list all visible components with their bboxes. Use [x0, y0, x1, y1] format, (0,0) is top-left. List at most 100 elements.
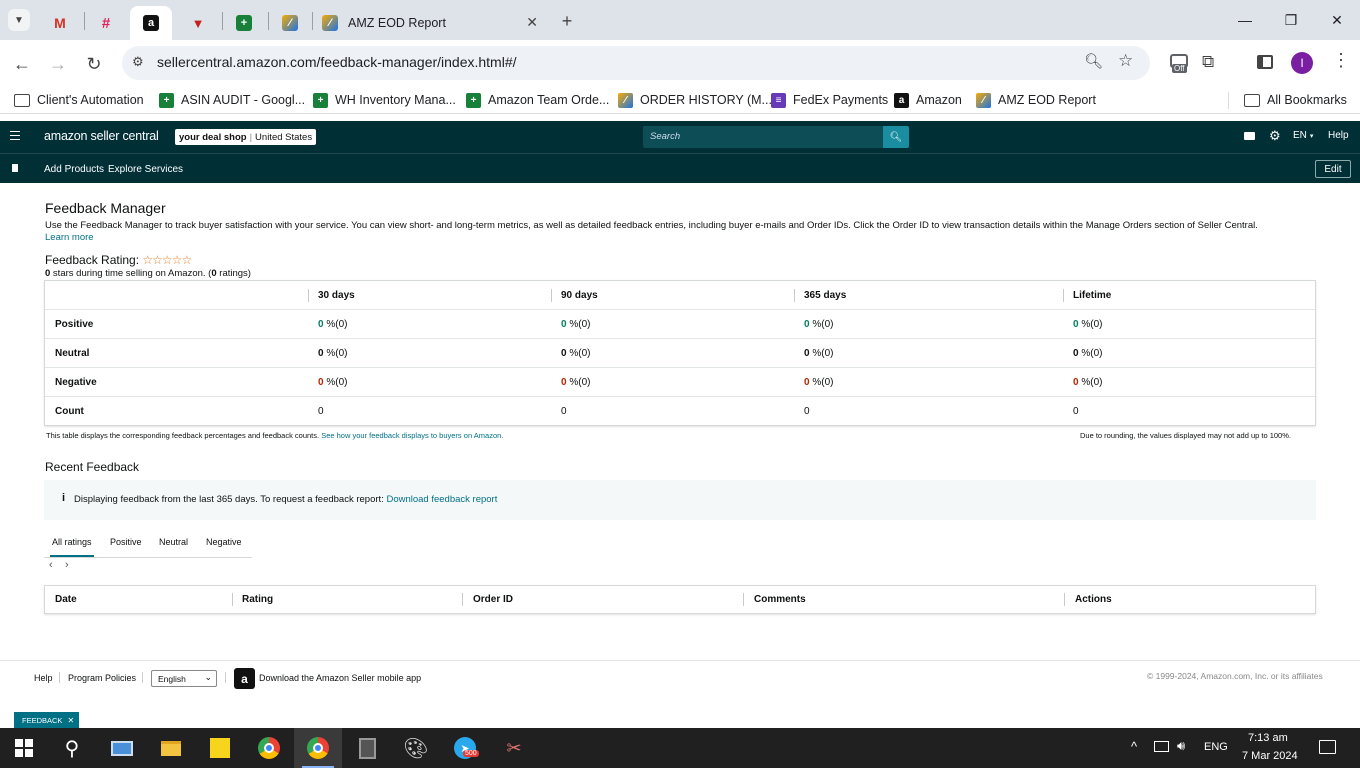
bookmark-fedex-payments[interactable]: ≡ FedEx Payments — [771, 91, 888, 109]
feedback-rating-table: 30 days 90 days 365 days Lifetime Positi… — [44, 280, 1316, 426]
bookmark-star-icon[interactable]: ☆ — [1118, 51, 1133, 71]
count-365-days: 0 — [804, 406, 810, 417]
hamburger-menu-icon[interactable] — [10, 131, 20, 140]
site-info-icon[interactable]: ⚙ — [132, 54, 144, 70]
extensions-puzzle-icon[interactable]: ⧉ — [1202, 52, 1214, 72]
seller-app-icon: a — [234, 668, 255, 689]
tab-amz-eod-report[interactable]: ⁄ AMZ EOD Report ✕ — [318, 6, 548, 40]
notification-center-icon[interactable] — [1319, 740, 1336, 754]
negative-lifetime: 0 %(0) — [1073, 377, 1103, 388]
store-selector[interactable]: your deal shop | United States — [175, 129, 317, 145]
learn-more-link[interactable]: Learn more — [45, 232, 94, 243]
download-report-link[interactable]: Download feedback report — [386, 494, 497, 505]
chrome-active-icon[interactable] — [294, 728, 342, 768]
calculator-icon[interactable] — [343, 728, 391, 768]
side-panel-icon[interactable] — [1257, 55, 1273, 69]
tab-search-button[interactable]: ▼ — [8, 9, 30, 31]
sheets-icon: + — [236, 15, 252, 31]
browser-toolbar: ← → ↻ ⚙ sellercentral.amazon.com/feedbac… — [0, 40, 1360, 86]
mobile-app-link[interactable]: Download the Amazon Seller mobile app — [259, 673, 421, 683]
input-language[interactable]: ENG — [1204, 741, 1228, 753]
start-button[interactable] — [0, 728, 48, 768]
column-date: Date — [55, 594, 77, 605]
seller-central-logo[interactable]: amazon seller central — [44, 129, 159, 143]
taskbar-search-icon[interactable]: ⚲ — [48, 728, 96, 768]
clock-date[interactable]: 7 Mar 2024 — [1242, 750, 1298, 762]
search-button[interactable]: 🔍︎ — [883, 126, 909, 148]
search-icon: 🔍︎ — [889, 131, 903, 143]
zoom-icon[interactable]: 🔍︎ — [1084, 52, 1103, 70]
scroll-right-icon[interactable]: › — [65, 559, 69, 571]
search-input[interactable]: Search — [643, 126, 883, 148]
new-tab-button[interactable]: + — [556, 10, 578, 32]
tab-sheets[interactable]: + — [228, 6, 260, 40]
count-90-days: 0 — [561, 406, 567, 417]
footer-language-select[interactable]: English ⌄ — [151, 670, 217, 687]
profile-avatar[interactable]: I — [1291, 52, 1313, 74]
bookmark-amazon[interactable]: a Amazon — [894, 91, 962, 109]
nav-add-products[interactable]: Add Products — [44, 164, 104, 175]
extension-off-icon[interactable]: Off — [1168, 54, 1192, 76]
forward-button[interactable]: → — [44, 50, 72, 78]
bookmark-amz-eod-report[interactable]: ⁄ AMZ EOD Report — [976, 91, 1096, 109]
help-link[interactable]: Help — [1328, 130, 1349, 141]
buyer-display-link[interactable]: See how your feedback displays to buyers… — [321, 431, 503, 440]
chrome-icon[interactable] — [245, 728, 293, 768]
bookmark-asin-audit[interactable]: + ASIN AUDIT - Googl... — [159, 91, 305, 109]
tab-all-ratings[interactable]: All ratings — [52, 537, 92, 547]
reload-button[interactable]: ↻ — [80, 50, 108, 78]
tab-negative[interactable]: Negative — [206, 537, 242, 547]
feedback-tag[interactable]: FEEDBACK ✕ — [14, 712, 80, 728]
sticky-notes-icon[interactable] — [196, 728, 244, 768]
back-button[interactable]: ← — [8, 50, 36, 78]
browser-menu-icon[interactable]: ⋮ — [1332, 50, 1350, 71]
program-policies-link[interactable]: Program Policies — [68, 673, 136, 683]
address-bar[interactable]: ⚙ sellercentral.amazon.com/feedback-mana… — [122, 46, 1150, 80]
file-explorer-icon[interactable] — [147, 728, 195, 768]
clock-time[interactable]: 7:13 am — [1248, 732, 1288, 744]
scroll-left-icon[interactable]: ‹ — [49, 559, 53, 571]
telegram-icon[interactable]: ➤ 500 — [441, 728, 489, 768]
bookmark-wh-inventory[interactable]: + WH Inventory Mana... — [313, 91, 456, 109]
tab-gmail[interactable]: M — [44, 6, 76, 40]
network-icon[interactable] — [1154, 741, 1169, 752]
this-pc-icon[interactable] — [98, 728, 146, 768]
column-actions: Actions — [1075, 594, 1112, 605]
url-text[interactable]: sellercentral.amazon.com/feedback-manage… — [157, 54, 517, 70]
zoho-icon: ⁄ — [322, 15, 338, 31]
tab-positive[interactable]: Positive — [110, 537, 142, 547]
bookmark-amazon-team-orders[interactable]: + Amazon Team Orde... — [466, 91, 609, 109]
tab-amazon[interactable]: a — [130, 6, 172, 40]
close-icon[interactable]: ✕ — [68, 716, 75, 725]
bookmark-nav-icon[interactable] — [12, 164, 18, 172]
edit-nav-button[interactable]: Edit — [1315, 160, 1351, 178]
mail-icon[interactable] — [1244, 132, 1255, 140]
snipping-tool-icon[interactable]: ✂ — [490, 728, 538, 768]
close-window-button[interactable]: ✕ — [1314, 0, 1360, 40]
neutral-lifetime: 0 %(0) — [1073, 348, 1103, 359]
recent-feedback-table: Date Rating Order ID Comments Actions — [44, 585, 1316, 614]
tab-tool[interactable]: ▼ — [182, 6, 214, 40]
bookmark-clients-automation[interactable]: Client's Automation — [14, 91, 144, 109]
minimize-button[interactable]: — — [1222, 0, 1268, 40]
footer-help-link[interactable]: Help — [34, 673, 53, 683]
volume-icon[interactable]: 🔊︎ — [1177, 738, 1185, 754]
paint-icon[interactable]: 🎨︎ — [392, 728, 440, 768]
restore-button[interactable]: ❐ — [1268, 0, 1314, 40]
tab-slack[interactable]: # — [90, 6, 122, 40]
rounding-note: Due to rounding, the values displayed ma… — [1080, 431, 1291, 440]
tab-strip: ▼ M # a ▼ + ⁄ ⁄ AMZ EOD Report ✕ + — ❐ ✕ — [0, 0, 1360, 40]
show-hidden-icons[interactable]: ^ — [1131, 739, 1137, 754]
copyright: © 1999-2024, Amazon.com, Inc. or its aff… — [1147, 671, 1323, 681]
nav-explore-services[interactable]: Explore Services — [108, 164, 183, 175]
amazon-icon: a — [894, 92, 909, 108]
language-selector[interactable]: EN ▾ — [1293, 130, 1313, 141]
tab-zoho[interactable]: ⁄ — [274, 6, 306, 40]
settings-gear-icon[interactable]: ⚙ — [1269, 128, 1281, 144]
bookmark-order-history[interactable]: ⁄ ORDER HISTORY (M... — [618, 91, 772, 109]
all-bookmarks-button[interactable]: All Bookmarks — [1244, 91, 1347, 109]
count-30-days: 0 — [318, 406, 324, 417]
zoho-icon: ⁄ — [976, 92, 991, 108]
tab-neutral[interactable]: Neutral — [159, 537, 188, 547]
close-tab-icon[interactable]: ✕ — [526, 14, 538, 31]
